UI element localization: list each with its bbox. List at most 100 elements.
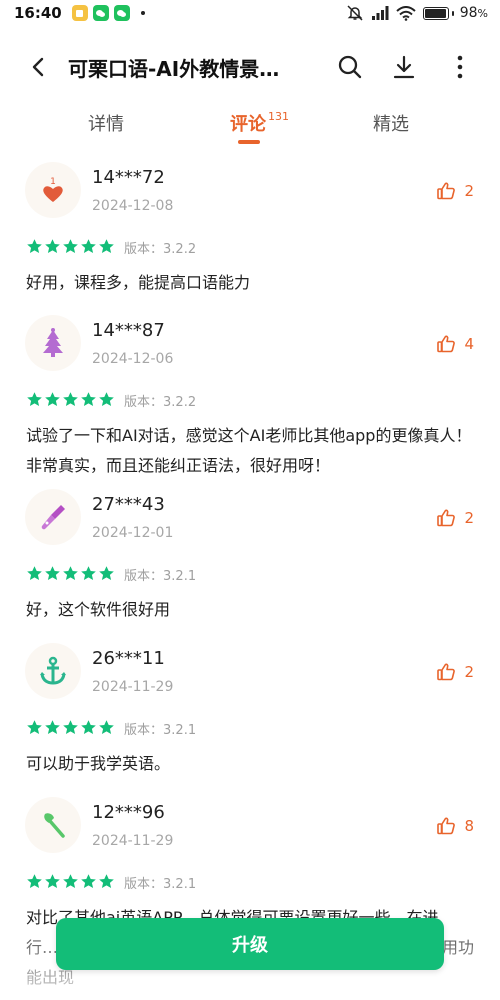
review-text: 试验了一下和AI对话，感觉这个AI老师比其他app的更像真人！非常真实，而且还能… <box>26 426 472 475</box>
thumbs-up-icon <box>437 663 456 681</box>
star-icon <box>81 239 96 253</box>
star-icon <box>63 239 78 253</box>
star-icon <box>81 874 96 888</box>
like-count: 8 <box>464 817 474 835</box>
status-indicators: 98% <box>346 4 488 22</box>
review-version: 版本：3.2.1 <box>124 723 197 738</box>
notes-app-icon <box>71 5 88 21</box>
thumbs-up-icon <box>437 335 456 353</box>
upgrade-button[interactable]: 升级 <box>56 918 444 970</box>
like-count: 2 <box>464 663 474 681</box>
app-header: 可栗口语-AI外教情景… <box>0 40 500 94</box>
review-version: 版本：3.2.2 <box>124 242 197 257</box>
star-icon <box>99 874 114 888</box>
tab-featured-label: 精选 <box>373 114 409 135</box>
review-date: 2024-11-29 <box>92 833 174 849</box>
star-icon <box>27 566 42 580</box>
search-button[interactable] <box>330 47 370 87</box>
avatar[interactable] <box>25 797 81 853</box>
battery-icon: 98% <box>422 5 488 21</box>
review-text: 好用，课程多，能提高口语能力 <box>26 273 251 292</box>
tab-details-label: 详情 <box>88 114 124 135</box>
wifi-icon <box>396 5 416 21</box>
star-icon <box>45 392 60 406</box>
like-button[interactable]: 8 <box>436 816 474 836</box>
like-button[interactable]: 2 <box>436 508 474 528</box>
thumbs-up-icon <box>437 817 456 835</box>
like-button[interactable]: 2 <box>436 662 474 682</box>
star-icon <box>81 392 96 406</box>
tab-comments-label: 评论 <box>230 114 266 135</box>
back-arrow-icon <box>32 57 44 77</box>
review-text: 可以助于我学英语。 <box>26 754 171 773</box>
status-app-icons <box>71 5 145 21</box>
page-title: 可栗口语-AI外教情景… <box>68 56 280 81</box>
status-time: 16:40 <box>14 4 62 22</box>
christmas-tree-icon <box>43 328 63 357</box>
avatar[interactable] <box>25 315 81 371</box>
star-rating <box>26 719 115 736</box>
avatar[interactable] <box>25 643 81 699</box>
review-date: 2024-12-08 <box>92 198 174 214</box>
download-icon <box>393 55 415 79</box>
review-username: 27***43 <box>92 494 165 515</box>
star-icon <box>27 239 42 253</box>
review-date: 2024-12-01 <box>92 525 174 541</box>
star-icon <box>27 720 42 734</box>
star-icon <box>99 392 114 406</box>
star-icon <box>99 720 114 734</box>
tab-bar: 详情 评论 131 精选 <box>0 100 500 150</box>
star-icon <box>45 874 60 888</box>
star-icon <box>45 720 60 734</box>
review-version: 版本：3.2.1 <box>124 877 197 892</box>
star-icon <box>27 392 42 406</box>
heart-number-one-icon: 1 <box>43 177 63 202</box>
star-icon <box>99 566 114 580</box>
svg-text:1: 1 <box>50 177 56 187</box>
star-icon <box>63 720 78 734</box>
star-rating <box>26 565 115 582</box>
review-date: 2024-12-06 <box>92 351 174 367</box>
screwdriver-icon <box>41 505 65 530</box>
status-bar: 16:40 98% <box>0 0 500 26</box>
star-rating <box>26 391 115 408</box>
star-icon <box>63 566 78 580</box>
tab-featured[interactable]: 精选 <box>373 110 409 136</box>
review-date: 2024-11-29 <box>92 679 174 695</box>
star-icon <box>63 874 78 888</box>
more-vertical-icon <box>457 55 463 79</box>
axe-icon <box>44 813 65 838</box>
active-tab-indicator <box>238 140 260 144</box>
notification-dot <box>140 11 145 15</box>
wechat-icon <box>113 5 130 21</box>
tab-comments-count: 131 <box>268 110 289 123</box>
star-icon <box>45 239 60 253</box>
signal-icon <box>371 6 389 20</box>
tab-details[interactable]: 详情 <box>88 110 124 136</box>
star-rating <box>26 238 115 255</box>
back-button[interactable] <box>12 40 66 94</box>
star-icon <box>99 239 114 253</box>
star-icon <box>27 874 42 888</box>
download-button[interactable] <box>384 47 424 87</box>
review-username: 14***72 <box>92 167 165 188</box>
star-rating <box>26 873 115 890</box>
review-version: 版本：3.2.1 <box>124 569 197 584</box>
battery-level-fill <box>424 8 447 18</box>
star-icon <box>63 392 78 406</box>
review-username: 26***11 <box>92 648 165 669</box>
star-icon <box>81 720 96 734</box>
star-icon <box>81 566 96 580</box>
avatar[interactable]: 1 <box>25 162 81 218</box>
like-button[interactable]: 4 <box>436 334 474 354</box>
tab-comments[interactable]: 评论 131 <box>230 110 289 136</box>
review-username: 14***87 <box>92 320 165 341</box>
avatar[interactable] <box>25 489 81 545</box>
anchor-icon <box>40 656 66 685</box>
wechat-icon <box>92 5 109 21</box>
review-version: 版本：3.2.2 <box>124 395 197 410</box>
like-button[interactable]: 2 <box>436 181 474 201</box>
review-text: 好，这个软件很好用 <box>26 600 171 619</box>
star-icon <box>45 566 60 580</box>
more-button[interactable] <box>440 47 480 87</box>
